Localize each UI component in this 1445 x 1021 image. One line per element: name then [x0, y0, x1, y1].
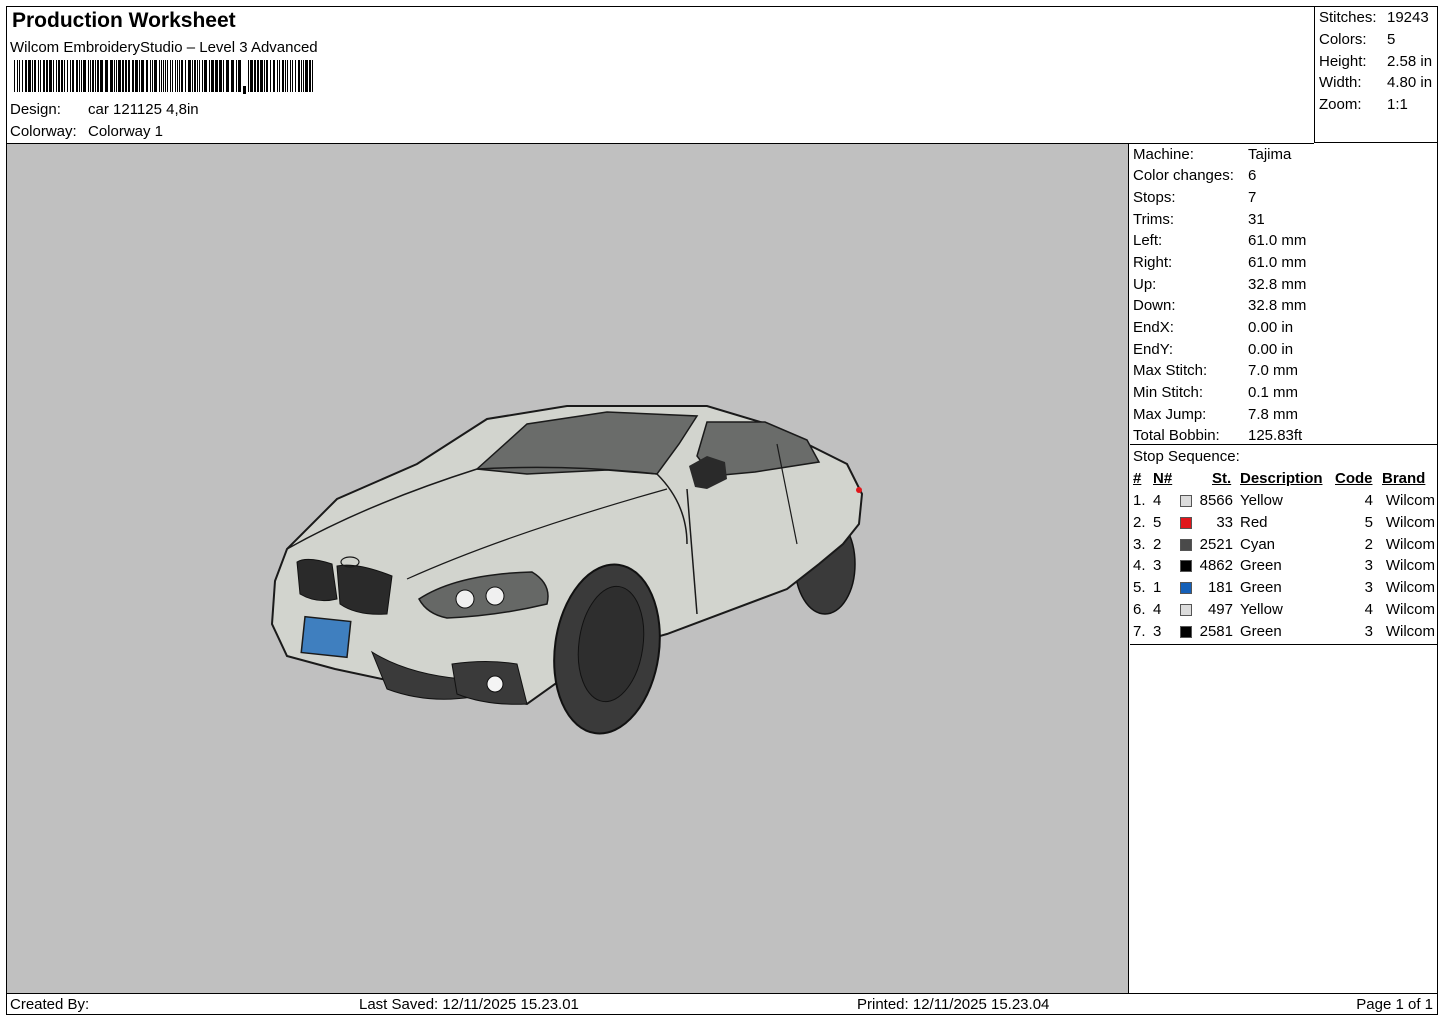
info-stops: Stops: 7 [1133, 189, 1257, 206]
info-down: Down: 32.8 mm [1133, 297, 1307, 314]
thread-color-swatch [1180, 582, 1192, 595]
worksheet: Production Worksheet Wilcom EmbroiderySt… [6, 6, 1438, 1015]
stop-index: 2. [1133, 513, 1146, 531]
info-machine: Machine: Tajima [1133, 146, 1292, 163]
info-trims: Trims: 31 [1133, 211, 1265, 228]
colorway-row: Colorway: Colorway 1 [10, 123, 163, 140]
stop-index: 3. [1133, 535, 1146, 553]
design-label: Design: [10, 101, 61, 118]
stop-needle: 2 [1153, 535, 1162, 553]
col-header-description: Description [1240, 470, 1323, 487]
stat-width: Width: 4.80 in [1319, 74, 1433, 91]
car-embroidery-image [270, 405, 864, 735]
stop-description: Red [1240, 513, 1268, 531]
design-row: Design: car 121125 4,8in [10, 101, 199, 118]
stop-needle: 5 [1153, 513, 1162, 531]
stop-brand: Wilcom [1385, 492, 1435, 509]
stop-description: Green [1240, 622, 1282, 640]
stop-code: 3 [1364, 622, 1373, 640]
stat-height: Height: 2.58 in [1319, 53, 1433, 70]
design-value: car 121125 4,8in [88, 101, 199, 118]
stop-index: 6. [1133, 601, 1146, 618]
stop-stitches: 33 [1216, 513, 1233, 531]
stop-description: Cyan [1240, 535, 1276, 553]
design-preview [7, 144, 1129, 993]
thread-color-swatch [1180, 625, 1192, 638]
stop-brand: Wilcom [1385, 622, 1435, 640]
stop-description: Green [1240, 579, 1282, 597]
info-max-stitch: Max Stitch: 7.0 mm [1133, 362, 1299, 379]
stop-stitches: 4862 [1199, 557, 1233, 575]
stop-index: 1. [1133, 492, 1146, 509]
stop-brand: Wilcom [1385, 535, 1435, 553]
stop-brand: Wilcom [1385, 557, 1435, 575]
info-up: Up: 32.8 mm [1133, 276, 1307, 293]
last-saved: Last Saved: 12/11/2025 15.23.01 [359, 996, 579, 1013]
created-by: Created By: [10, 996, 90, 1013]
info-min-stitch: Min Stitch: 0.1 mm [1133, 384, 1299, 401]
barcode [14, 60, 313, 94]
worksheet-header: Production Worksheet Wilcom EmbroiderySt… [7, 7, 1314, 144]
info-total-bobbin: Total Bobbin: 125.83ft [1133, 427, 1303, 444]
info-max-jump: Max Jump: 7.8 mm [1133, 406, 1299, 423]
stop-stitches: 2581 [1199, 622, 1233, 640]
info-left: Left: 61.0 mm [1133, 232, 1307, 249]
colorway-value: Colorway 1 [88, 123, 164, 140]
colorway-label: Colorway: [10, 123, 77, 140]
stat-zoom: Zoom: 1:1 [1319, 96, 1408, 113]
col-header-needle: N# [1153, 470, 1173, 487]
info-endx: EndX: 0.00 in [1133, 319, 1294, 336]
stop-description: Yellow [1240, 492, 1283, 509]
col-header-index: # [1133, 470, 1142, 487]
info-right: Right: 61.0 mm [1133, 254, 1307, 271]
page-title: Production Worksheet [12, 9, 236, 32]
stop-code: 2 [1364, 535, 1373, 553]
thread-color-swatch [1180, 538, 1192, 551]
stop-description: Yellow [1240, 601, 1283, 618]
stop-needle: 3 [1153, 557, 1162, 575]
stop-index: 4. [1133, 557, 1146, 575]
stop-stitches: 181 [1207, 579, 1233, 597]
stop-index: 5. [1133, 579, 1146, 597]
stop-index: 7. [1133, 622, 1146, 640]
stop-stitches: 2521 [1199, 535, 1233, 553]
stop-needle: 1 [1153, 579, 1162, 597]
stop-code: 4 [1364, 601, 1373, 618]
col-header-brand: Brand [1382, 470, 1426, 487]
stop-stitches: 497 [1207, 601, 1233, 618]
stop-code: 3 [1364, 579, 1373, 597]
stop-brand: Wilcom [1385, 513, 1435, 531]
col-header-code: Code [1335, 470, 1373, 487]
info-endy: EndY: 0.00 in [1133, 341, 1294, 358]
printed-date: Printed: 12/11/2025 15.23.04 [857, 996, 1050, 1013]
stat-stitches: Stitches: 19243 [1319, 9, 1429, 26]
worksheet-footer: Created By: Last Saved: 12/11/2025 15.23… [7, 993, 1437, 1015]
thread-color-swatch [1180, 604, 1192, 616]
stop-sequence-title: Stop Sequence: [1133, 448, 1240, 465]
stop-code: 3 [1364, 557, 1373, 575]
software-name: Wilcom EmbroideryStudio – Level 3 Advanc… [10, 39, 318, 56]
stop-sequence: Stop Sequence: # N# St. Description Code… [1130, 445, 1437, 645]
info-color-changes: Color changes: 6 [1133, 167, 1257, 184]
thread-color-swatch [1180, 516, 1192, 529]
machine-info: Machine: Tajima Color changes: 6 Stops: 7 T… [1130, 144, 1437, 445]
stop-needle: 4 [1153, 601, 1162, 618]
thread-color-swatch [1180, 560, 1192, 573]
stop-needle: 3 [1153, 622, 1162, 640]
stop-stitches: 8566 [1199, 492, 1233, 509]
design-stats: Stitches: 19243 Colors: 5 Height: 2.58 in W… [1314, 7, 1437, 143]
stat-colors: Colors: 5 [1319, 31, 1396, 48]
col-header-stitches: St. [1212, 470, 1232, 487]
stop-code: 4 [1364, 492, 1373, 509]
stop-brand: Wilcom [1385, 601, 1435, 618]
stop-brand: Wilcom [1385, 579, 1435, 597]
stop-needle: 4 [1153, 492, 1162, 509]
page-number: Page 1 of 1 [1356, 996, 1433, 1013]
thread-color-swatch [1180, 495, 1192, 507]
stop-code: 5 [1364, 513, 1373, 531]
stop-description: Green [1240, 557, 1282, 575]
